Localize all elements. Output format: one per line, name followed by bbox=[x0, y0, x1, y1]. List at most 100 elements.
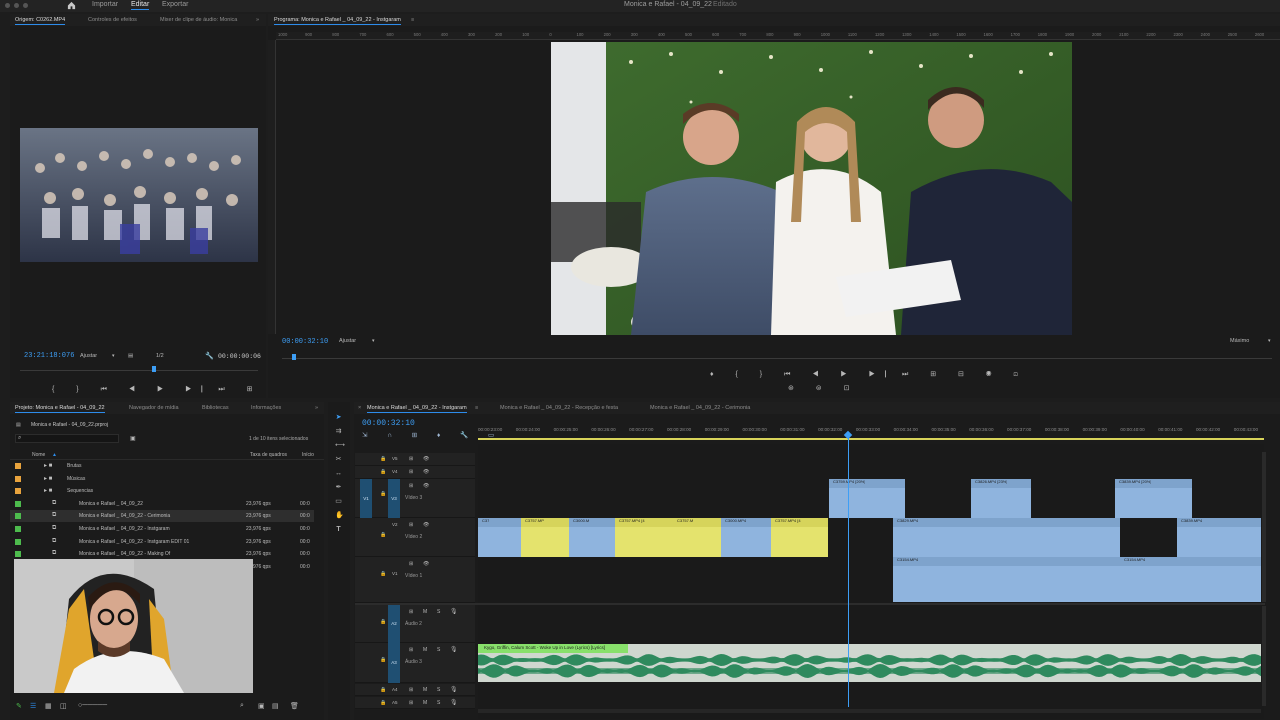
microphone-icon[interactable]: 🎙 bbox=[450, 608, 458, 615]
label-color-swatch[interactable] bbox=[15, 463, 21, 469]
column-start[interactable]: Início bbox=[302, 452, 314, 458]
more-panels-icon[interactable]: » bbox=[315, 405, 318, 411]
sync-lock-icon[interactable]: ⊞ bbox=[409, 700, 413, 706]
menu-icon[interactable]: ≡ bbox=[475, 405, 478, 411]
label-color-swatch[interactable] bbox=[15, 500, 21, 507]
pen-tool-icon[interactable]: ✒ bbox=[335, 484, 342, 491]
clip-v3-1[interactable]: C3759.MP4 [20%] bbox=[829, 479, 905, 518]
lock-icon[interactable]: 🔒 bbox=[380, 571, 386, 577]
tab-source[interactable]: Origem: C0262.MP4 bbox=[15, 17, 66, 25]
source-timecode[interactable]: 23:21:18:076 bbox=[24, 352, 74, 360]
program-extra-controls[interactable]: ⊛ ⊜ ⊡ bbox=[788, 384, 860, 392]
column-name[interactable]: Nome bbox=[32, 452, 45, 458]
chevron-down-icon[interactable]: ▾ bbox=[112, 353, 115, 359]
clip-v2-1[interactable]: C37 bbox=[478, 518, 521, 557]
wrench-icon[interactable]: 🔧 bbox=[205, 352, 214, 360]
mute-icon[interactable]: M bbox=[423, 687, 427, 693]
project-sequence[interactable]: ⧉ Monica e Rafael _ 04_09_22 - Instgaram 2… bbox=[10, 523, 314, 535]
project-sequence[interactable]: ⧉ Monica e Rafael _ 04_09_22 23,976 qps 00:… bbox=[10, 498, 314, 510]
tab-media-browser[interactable]: Navegador de mídia bbox=[129, 405, 179, 411]
sync-lock-icon[interactable]: ⊞ bbox=[409, 561, 413, 567]
video-scrollbar[interactable] bbox=[1262, 452, 1266, 602]
label-color-swatch[interactable] bbox=[15, 551, 21, 558]
project-folder[interactable]: ▸ ■ Sequencias bbox=[10, 485, 314, 497]
freeform-view-icon[interactable]: ◫ bbox=[60, 702, 67, 710]
clip-v1-1[interactable]: C3154.MP4 bbox=[893, 557, 1120, 602]
settings-icon[interactable]: ▤ bbox=[128, 353, 133, 359]
trash-icon[interactable]: 🗑 bbox=[290, 702, 299, 710]
chevron-down-icon[interactable]: ▾ bbox=[372, 338, 375, 344]
clip-v2-5[interactable]: C3757.M bbox=[673, 518, 721, 557]
tab-export[interactable]: Exportar bbox=[162, 1, 188, 8]
eye-icon[interactable]: 👁 bbox=[423, 483, 429, 489]
clip-v2-2[interactable]: C3757.MP bbox=[521, 518, 569, 557]
window-close-icon[interactable] bbox=[5, 3, 10, 8]
track-select-icon[interactable]: ⇉ bbox=[335, 428, 342, 435]
lock-icon[interactable]: 🔒 bbox=[380, 532, 386, 538]
mute-icon[interactable]: M bbox=[423, 700, 427, 706]
lock-icon[interactable]: 🔒 bbox=[380, 687, 386, 693]
more-panels-icon[interactable]: » bbox=[256, 17, 259, 23]
lock-icon[interactable]: 🔒 bbox=[380, 456, 386, 462]
search-icon[interactable]: ⌕ bbox=[240, 702, 244, 710]
lock-icon[interactable]: 🔒 bbox=[380, 619, 386, 625]
home-icon[interactable] bbox=[67, 1, 76, 10]
tab-info[interactable]: Informações bbox=[251, 405, 281, 411]
sync-lock-icon[interactable]: ⊞ bbox=[409, 483, 413, 489]
pencil-icon[interactable]: ✎ bbox=[16, 702, 22, 710]
clip-v2-9[interactable]: C3839.MP4 bbox=[1177, 518, 1261, 557]
track-target-v1[interactable]: V1 bbox=[360, 479, 372, 518]
microphone-icon[interactable]: 🎙 bbox=[450, 646, 458, 653]
track-label-v3[interactable]: V3 bbox=[388, 479, 400, 518]
program-quality-select[interactable]: Máximo bbox=[1230, 338, 1249, 344]
track-label-a2[interactable]: A2 bbox=[388, 605, 400, 643]
program-timecode[interactable]: 00:00:32:10 bbox=[282, 338, 328, 346]
sync-lock-icon[interactable]: ⊞ bbox=[409, 469, 413, 475]
clip-v2-7[interactable]: C3757.MP4 [4 bbox=[771, 518, 828, 557]
icon-view-icon[interactable]: ▦ bbox=[45, 702, 52, 710]
hand-tool-icon[interactable]: ✋ bbox=[335, 512, 344, 519]
clip-v3-3[interactable]: C3839.MP4 [20%] bbox=[1115, 479, 1192, 518]
tab-edit[interactable]: Editar bbox=[131, 1, 150, 10]
project-sequence[interactable]: ⧉ Monica e Rafael _ 04_09_22 - Instgaram … bbox=[10, 536, 314, 548]
clip-a3-music[interactable]: Kygo, Griffin, Calum Scott - Woke Up in … bbox=[478, 644, 1261, 682]
lock-icon[interactable]: 🔒 bbox=[380, 491, 386, 497]
new-bin-icon[interactable]: ▣ bbox=[130, 435, 136, 442]
tab-sequence-cerimonia[interactable]: Monica e Rafael _ 04_09_22 - Cerimonia bbox=[650, 405, 750, 411]
clip-v2-8[interactable]: C3829.MP4 bbox=[893, 518, 1120, 557]
lock-icon[interactable]: 🔒 bbox=[380, 657, 386, 663]
source-playhead[interactable] bbox=[152, 366, 156, 372]
project-folder[interactable]: ▸ ■ Brutas bbox=[10, 460, 314, 472]
clip-v2-6[interactable]: C3000.MP4 bbox=[721, 518, 771, 557]
clip-v2-4[interactable]: C3757.MP4 [4 bbox=[615, 518, 673, 557]
label-color-swatch[interactable] bbox=[15, 538, 21, 545]
list-view-icon[interactable]: ☰ bbox=[30, 702, 36, 710]
sync-lock-icon[interactable]: ⊞ bbox=[409, 687, 413, 693]
solo-icon[interactable]: S bbox=[437, 647, 440, 653]
solo-icon[interactable]: S bbox=[437, 609, 440, 615]
sync-lock-icon[interactable]: ⊞ bbox=[409, 522, 413, 528]
clip-v2-3[interactable]: C3000.M bbox=[569, 518, 615, 557]
tab-program[interactable]: Programa: Monica e Rafael _ 04_09_22 - I… bbox=[274, 17, 401, 25]
clip-v3-2[interactable]: C3826.MP4 [23%] bbox=[971, 479, 1031, 518]
label-color-swatch[interactable] bbox=[15, 475, 21, 482]
tab-sequence-recepcao[interactable]: Monica e Rafael _ 04_09_22 - Recepção e … bbox=[500, 405, 618, 411]
slip-tool-icon[interactable]: ↔ bbox=[335, 470, 342, 477]
chevron-down-icon[interactable]: ▾ bbox=[1268, 338, 1271, 344]
timeline-playhead-line[interactable] bbox=[848, 432, 849, 707]
project-search-input[interactable]: ⌕ bbox=[15, 434, 119, 443]
program-frame[interactable] bbox=[551, 42, 1072, 335]
microphone-icon[interactable]: 🎙 bbox=[450, 686, 458, 693]
microphone-icon[interactable]: 🎙 bbox=[450, 699, 458, 706]
close-icon[interactable]: × bbox=[358, 405, 361, 411]
eye-icon[interactable]: 👁 bbox=[423, 522, 429, 528]
eye-icon[interactable]: 👁 bbox=[423, 469, 429, 475]
program-fit-select[interactable]: Ajustar bbox=[339, 338, 356, 344]
tab-sequence-instagram[interactable]: Monica e Rafael _ 04_09_22 - Instgaram bbox=[367, 405, 467, 413]
source-scrub-bar[interactable] bbox=[20, 370, 258, 371]
tab-project[interactable]: Projeto: Monica e Rafael - 04_09_22 bbox=[15, 405, 105, 413]
program-scrub-bar[interactable] bbox=[282, 358, 1272, 359]
solo-icon[interactable]: S bbox=[437, 687, 440, 693]
window-minimize-icon[interactable] bbox=[14, 3, 19, 8]
eye-icon[interactable]: 👁 bbox=[423, 456, 429, 462]
